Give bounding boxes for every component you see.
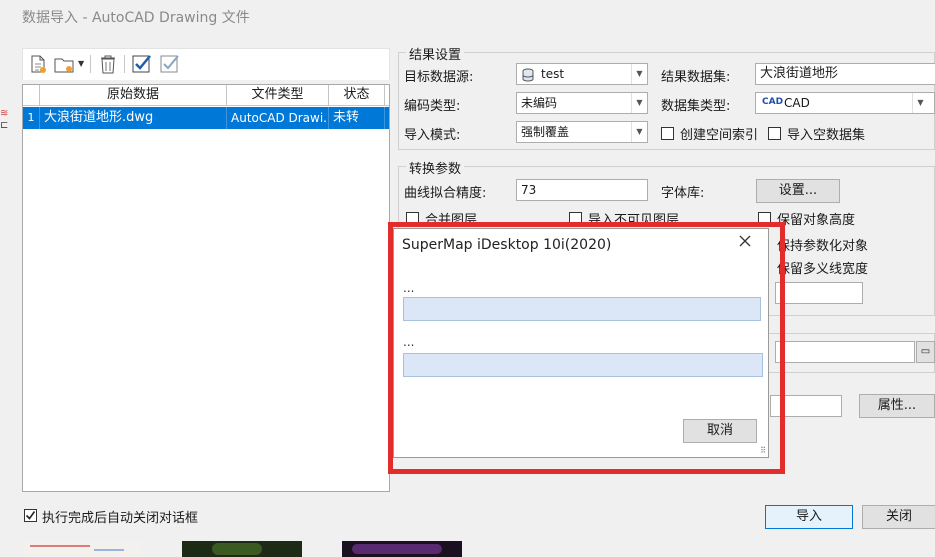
keep-polyline-label: 保留多义线宽度 bbox=[777, 262, 869, 277]
add-folder-icon[interactable] bbox=[53, 53, 75, 75]
import-mode-value: 强制覆盖 bbox=[521, 125, 570, 139]
table-header: 原始数据 文件类型 状态 bbox=[23, 85, 389, 106]
chevron-down-icon[interactable]: ▼ bbox=[631, 122, 647, 142]
row-file-type: AutoCAD Drawi... bbox=[227, 107, 329, 129]
spatial-index-label: 创建空间索引 bbox=[680, 128, 759, 143]
chevron-down-icon[interactable]: ▼ bbox=[912, 93, 928, 113]
result-dataset-input[interactable]: 大浪街道地形 bbox=[755, 63, 935, 85]
dataset-type-label: 数据集类型: bbox=[661, 99, 731, 114]
partial-input[interactable] bbox=[775, 282, 863, 304]
add-file-icon[interactable] bbox=[27, 53, 49, 75]
toolbar-separator bbox=[90, 55, 91, 73]
encoding-type-label: 编码类型: bbox=[404, 99, 461, 114]
dataset-type-value: CAD bbox=[784, 96, 810, 110]
column-header-type[interactable]: 文件类型 bbox=[227, 85, 329, 106]
row-index: 1 bbox=[23, 107, 40, 129]
select-all-icon[interactable] bbox=[131, 53, 153, 75]
import-mode-label: 导入模式: bbox=[404, 128, 461, 143]
edge-glyph-icon: ⊏ bbox=[0, 120, 9, 131]
font-library-label: 字体库: bbox=[661, 186, 705, 201]
result-dataset-label: 结果数据集: bbox=[661, 70, 731, 85]
import-mode-combo[interactable]: 强制覆盖 ▼ bbox=[516, 121, 648, 143]
delete-icon[interactable] bbox=[97, 53, 119, 75]
chevron-down-icon[interactable]: ▼ bbox=[631, 64, 647, 84]
toolbar-separator bbox=[124, 55, 125, 73]
background-window-edge: ≋ ⊏ bbox=[0, 80, 10, 140]
import-button[interactable]: 导入 bbox=[765, 505, 853, 529]
file-table[interactable]: 原始数据 文件类型 状态 1 大浪街道地形.dwg AutoCAD Drawi.… bbox=[22, 84, 390, 492]
spatial-index-checkbox[interactable] bbox=[661, 127, 674, 140]
keep-height-label: 保留对象高度 bbox=[777, 213, 856, 228]
select-invert-icon[interactable] bbox=[159, 53, 181, 75]
auto-close-label: 执行完成后自动关闭对话框 bbox=[42, 511, 199, 526]
curve-precision-input[interactable]: 73 bbox=[516, 179, 648, 201]
highlight-box bbox=[388, 222, 785, 474]
header-index-cell bbox=[23, 85, 40, 106]
path-input[interactable] bbox=[775, 341, 915, 363]
import-empty-checkbox[interactable] bbox=[768, 127, 781, 140]
table-row[interactable]: 1 大浪街道地形.dwg AutoCAD Drawi... 未转 bbox=[23, 107, 389, 129]
background-thumbnail bbox=[182, 541, 302, 557]
import-empty-label: 导入空数据集 bbox=[787, 128, 866, 143]
cad-icon: CAD bbox=[762, 97, 784, 107]
result-dataset-value: 大浪街道地形 bbox=[760, 66, 839, 81]
chevron-down-icon[interactable]: ▼ bbox=[78, 59, 84, 68]
column-header-source[interactable]: 原始数据 bbox=[40, 85, 227, 106]
curve-precision-label: 曲线拟合精度: bbox=[404, 186, 487, 201]
browse-icon[interactable]: ▭ bbox=[916, 341, 935, 363]
column-header-status[interactable]: 状态 bbox=[329, 85, 385, 106]
keep-param-label: 保持参数化对象 bbox=[777, 239, 869, 254]
row-status: 未转 bbox=[329, 107, 385, 129]
properties-button[interactable]: 属性... bbox=[859, 394, 935, 418]
dataset-type-combo[interactable]: CAD CAD ▼ bbox=[755, 92, 935, 114]
window-title: 数据导入 - AutoCAD Drawing 文件 bbox=[22, 10, 250, 26]
auto-close-checkbox[interactable] bbox=[24, 509, 37, 522]
background-thumbnail bbox=[342, 541, 462, 557]
target-datasource-label: 目标数据源: bbox=[404, 70, 474, 85]
close-button[interactable]: 关闭 bbox=[862, 505, 935, 529]
chevron-down-icon[interactable]: ▼ bbox=[631, 93, 647, 113]
result-settings-title: 结果设置 bbox=[406, 44, 465, 63]
curve-precision-value: 73 bbox=[521, 183, 537, 197]
database-icon bbox=[521, 67, 537, 87]
edge-glyph-icon: ≋ bbox=[0, 108, 9, 119]
encoding-type-value: 未编码 bbox=[521, 96, 558, 110]
conversion-params-title: 转换参数 bbox=[406, 158, 465, 177]
row-source-name: 大浪街道地形.dwg bbox=[40, 107, 227, 129]
background-thumbnail bbox=[24, 541, 142, 557]
target-datasource-value: test bbox=[541, 67, 565, 81]
file-toolbar: ▼ bbox=[22, 48, 390, 80]
target-datasource-combo[interactable]: test ▼ bbox=[516, 63, 648, 85]
settings-button[interactable]: 设置... bbox=[756, 179, 840, 203]
encoding-type-combo[interactable]: 未编码 ▼ bbox=[516, 92, 648, 114]
